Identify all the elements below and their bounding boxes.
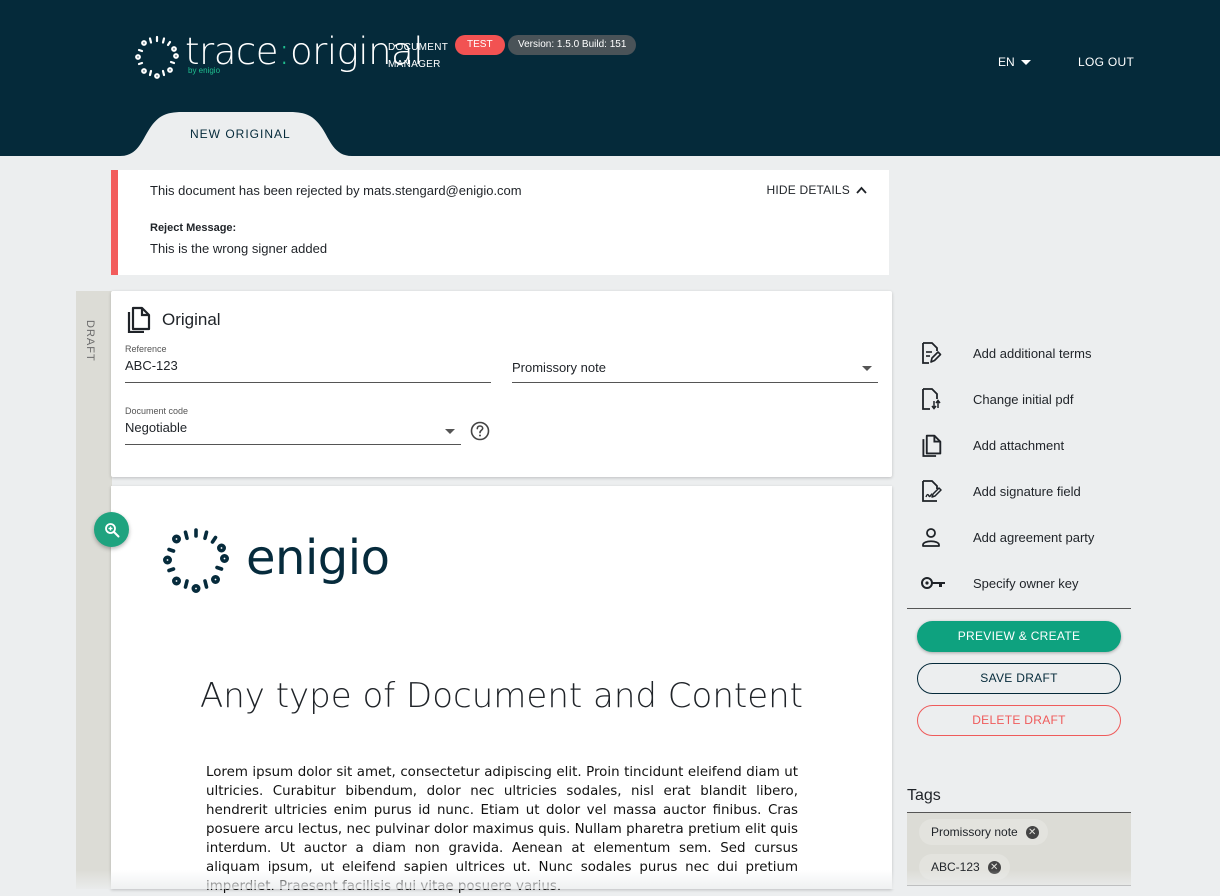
change-initial-pdf-action[interactable]: Change initial pdf [907,376,1131,422]
delete-draft-button[interactable]: DELETE DRAFT [917,705,1121,736]
actions-divider [907,608,1131,609]
document-preview: enigio Any type of Document and Content … [111,486,892,894]
logout-button[interactable]: LOG OUT [1078,55,1134,69]
reference-value: ABC-123 [125,358,178,373]
product-name: DOCUMENT MANAGER [388,39,448,73]
language-selector[interactable]: EN [998,55,1031,69]
brand-subtitle: by enigio [188,66,221,75]
caret-down-icon [1020,59,1031,65]
signature-icon [922,480,942,502]
rejection-message: This document has been rejected by mats.… [150,183,522,198]
tags-title: Tags [907,787,941,804]
change-initial-pdf-label: Change initial pdf [973,391,1074,407]
add-signature-field-action[interactable]: Add signature field [907,468,1131,514]
product-name-line2: MANAGER [388,59,441,70]
preview-heading: Any type of Document and Content [199,676,804,716]
preview-create-button[interactable]: PREVIEW & CREATE [917,621,1121,652]
rejection-notice: This document has been rejected by mats.… [111,170,889,275]
document-type-underline [512,382,878,383]
reference-field[interactable]: Reference ABC-123 [125,344,491,383]
remove-tag-icon[interactable]: ✕ [987,860,1001,874]
document-code-label: Document code [125,406,189,416]
file-swap-icon [922,388,941,410]
caret-down-icon [445,429,455,434]
version-badge: Version: 1.5.0 Build: 151 [508,35,637,55]
hide-details-button[interactable]: HIDE DETAILS [766,183,867,197]
remove-tag-icon[interactable]: ✕ [1025,825,1039,839]
product-name-line1: DOCUMENT [388,42,449,53]
zoom-button[interactable] [94,512,129,547]
zoom-in-icon [104,522,119,537]
tag-chip[interactable]: Promissory note ✕ [919,819,1048,845]
document-type-value: Promissory note [512,360,606,375]
reference-label: Reference [125,344,167,354]
preview-body: Lorem ipsum dolor sit amet, consectetur … [206,765,798,894]
add-agreement-party-label: Add agreement party [973,529,1095,545]
document-type-select[interactable]: Promissory note [512,360,878,383]
original-form-card: Original Reference ABC-123 Promissory no… [111,291,892,477]
help-icon[interactable] [470,421,490,441]
specify-owner-key-label: Specify owner key [973,575,1079,591]
add-signature-field-label: Add signature field [973,483,1081,499]
hide-details-label: HIDE DETAILS [766,183,850,197]
reject-reason-label: Reject Message: [150,222,237,234]
add-additional-terms-action[interactable]: Add additional terms [907,330,1131,376]
tab-new-original[interactable]: NEW ORIGINAL [190,127,291,141]
language-label: EN [998,55,1015,69]
document-code-select[interactable]: Document code Negotiable [125,406,461,445]
tags-box: Promissory note ✕ ABC-123 ✕ [907,812,1131,886]
enigio-logo-text: enigio [246,530,390,586]
reference-underline [125,382,491,383]
document-code-underline [125,444,461,445]
environment-badge: TEST [455,35,505,55]
key-icon [921,577,945,589]
copy-document-icon [922,434,942,457]
add-additional-terms-label: Add additional terms [973,345,1092,361]
save-draft-button[interactable]: SAVE DRAFT [917,663,1121,694]
chevron-up-icon [856,186,867,194]
document-code-value: Negotiable [125,420,188,435]
tag-chip[interactable]: ABC-123 ✕ [919,854,1010,880]
trace-original-logo-icon [135,35,179,79]
form-title: Original [162,310,221,329]
reject-reason-text: This is the wrong signer added [150,241,328,256]
app-header: trace:original by enigio DOCUMENT MANAGE… [0,0,1220,156]
draft-status-strip [76,291,112,889]
document-edit-icon [922,342,942,364]
actions-panel: Add additional terms Change initial pdf … [907,330,1131,606]
person-icon [922,528,940,547]
tag-chip-label: Promissory note [931,825,1018,839]
add-agreement-party-action[interactable]: Add agreement party [907,514,1131,560]
specify-owner-key-action[interactable]: Specify owner key [907,560,1131,606]
tag-chip-label: ABC-123 [931,860,980,874]
add-attachment-action[interactable]: Add attachment [907,422,1131,468]
draft-status-label: DRAFT [84,320,96,362]
enigio-logo-icon [163,528,230,594]
caret-down-icon [862,366,872,371]
add-attachment-label: Add attachment [973,437,1065,453]
copy-document-icon [127,306,151,333]
